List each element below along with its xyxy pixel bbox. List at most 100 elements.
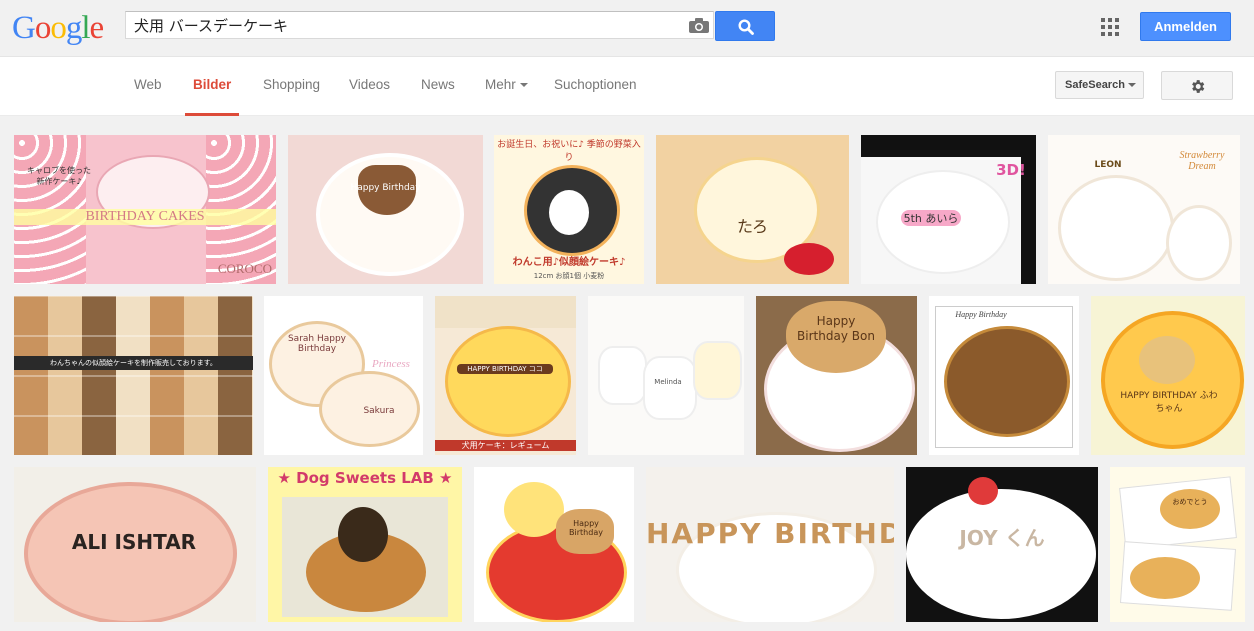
tab-search-tools[interactable]: Suchoptionen <box>554 77 637 115</box>
image-result[interactable]: Happy Birthday <box>288 135 483 284</box>
search-icon <box>738 19 754 35</box>
image-caption: Happy Birthday Bon <box>797 314 875 343</box>
tab-label: Suchoptionen <box>554 77 637 92</box>
image-caption-3: COROCO <box>217 261 272 276</box>
image-caption: Happy Birthday <box>350 183 421 193</box>
image-result[interactable]: HAPPY BIRTHDAY ココ 犬用ケーキ：レギューム <box>435 296 576 455</box>
image-result[interactable]: Sarah Happy Birthday Princess Sakura <box>264 296 423 455</box>
image-caption-2: わんこ用♪似顔絵ケーキ♪ <box>512 257 626 268</box>
tab-news[interactable]: News <box>421 77 455 115</box>
image-caption-2: BIRTHDAY CAKES <box>14 209 276 225</box>
cup-image <box>693 341 742 400</box>
search-input[interactable] <box>134 14 674 36</box>
cake-image-small <box>1166 205 1232 281</box>
image-caption: LEON <box>1094 160 1122 170</box>
chevron-down-icon <box>519 83 528 88</box>
image-caption: ★ Dog Sweets LAB ★ <box>277 469 453 487</box>
gear-icon <box>1192 80 1205 93</box>
image-caption: 3D! <box>996 161 1026 179</box>
image-result[interactable]: おめでとう <box>1110 467 1245 622</box>
search-button[interactable] <box>715 11 775 41</box>
image-result[interactable]: JOY くん <box>906 467 1098 622</box>
tab-web[interactable]: Web <box>134 77 162 115</box>
image-caption-2: Princess <box>372 358 410 370</box>
tab-images[interactable]: Bilder <box>185 77 240 116</box>
image-result[interactable]: Melinda <box>588 296 744 455</box>
image-result[interactable]: 3D! 5th あいら <box>861 135 1036 284</box>
camera-icon[interactable] <box>689 18 709 33</box>
image-caption-2: 5th あいら <box>901 210 961 226</box>
image-caption: Melinda <box>654 378 682 386</box>
logo-letter-3: g <box>65 10 82 46</box>
image-result[interactable]: たろ <box>656 135 849 284</box>
image-caption: JOY くん <box>959 526 1045 550</box>
chevron-down-icon <box>1127 83 1136 88</box>
image-result[interactable]: わんちゃんの似顔絵ケーキを制作販売しております。 <box>14 296 253 455</box>
image-result[interactable]: お誕生日、お祝いに♪ 季節の野菜入り わんこ用♪似顔絵ケーキ♪ 12cm お顔1… <box>494 135 644 284</box>
image-caption: Happy Birthday <box>569 519 603 537</box>
bear-face-image <box>504 482 564 537</box>
image-result[interactable]: キャロブを使った 新作ケーキ♪ BIRTHDAY CAKES COROCO <box>14 135 276 284</box>
search-nav: Web Bilder Shopping Videos News Mehr Suc… <box>0 57 1254 116</box>
cup-image <box>598 346 647 405</box>
image-result[interactable]: Happy Birthday Bon <box>756 296 917 455</box>
image-caption: キャロブを使った 新作ケーキ♪ <box>27 166 91 186</box>
dog-face-image <box>1139 336 1195 384</box>
image-caption: Happy Birthday <box>955 310 1007 319</box>
logo-letter-0: G <box>12 10 36 46</box>
logo-letter-4: l <box>81 10 90 46</box>
logo-letter-2: o <box>50 10 66 46</box>
tab-label: Shopping <box>263 77 321 92</box>
image-caption-3: 12cm お顔1個 小麦粉 <box>533 272 605 280</box>
cake-image-2 <box>1130 557 1200 599</box>
tab-label: Web <box>134 77 162 92</box>
logo-letter-5: e <box>89 10 105 46</box>
image-result[interactable]: ALI ISHTAR <box>14 467 256 622</box>
image-caption: お誕生日、お祝いに♪ 季節の野菜入り <box>497 140 641 163</box>
cake-image <box>445 326 571 437</box>
image-caption: ALI ISHTAR <box>71 530 197 554</box>
tab-videos[interactable]: Videos <box>349 77 390 115</box>
image-result[interactable]: Happy Birthday <box>929 296 1079 455</box>
image-caption: わんちゃんの似顔絵ケーキを制作販売しております。 <box>14 356 253 370</box>
cake-image <box>1058 175 1174 281</box>
safesearch-button[interactable]: SafeSearch <box>1055 71 1144 99</box>
cake-image <box>906 489 1096 619</box>
tab-shopping[interactable]: Shopping <box>263 77 320 115</box>
image-caption-2: Strawberry Dream <box>1179 150 1225 172</box>
image-result[interactable]: ★ Dog Sweets LAB ★ <box>268 467 462 622</box>
tab-label: News <box>421 77 455 92</box>
search-box <box>125 11 714 39</box>
tab-more[interactable]: Mehr <box>485 77 528 115</box>
image-caption: たろ <box>736 217 769 236</box>
safesearch-label: SafeSearch <box>1065 79 1125 91</box>
cake-image <box>944 326 1070 437</box>
top-bar: Google Anmelden <box>0 0 1254 57</box>
signin-button[interactable]: Anmelden <box>1140 12 1231 41</box>
cake-image <box>1160 489 1220 529</box>
dog-figure-image <box>338 507 388 562</box>
image-caption: HAPPY BIRTHDAY ココ <box>457 364 553 374</box>
cup-image <box>643 356 697 420</box>
tab-label: Bilder <box>193 77 232 92</box>
image-result[interactable]: Happy Birthday <box>474 467 634 622</box>
logo-letter-1: o <box>34 10 51 46</box>
google-logo[interactable]: Google <box>12 10 105 46</box>
apps-grid-icon[interactable] <box>1101 18 1119 36</box>
tab-label: Videos <box>349 77 391 92</box>
image-caption-2: 犬用ケーキ：レギューム <box>435 440 576 451</box>
image-caption: HAPPY BIRTHDAY <box>646 517 894 550</box>
heart-image <box>784 243 834 275</box>
settings-button[interactable] <box>1161 71 1233 100</box>
image-result[interactable]: HAPPY BIRTHDAY ふわちゃん <box>1091 296 1245 455</box>
dog-face-white <box>549 190 589 235</box>
strawberry-image <box>968 477 998 505</box>
image-result[interactable]: LEON Strawberry Dream <box>1048 135 1240 284</box>
image-caption: HAPPY BIRTHDAY ふわちゃん <box>1120 391 1218 414</box>
image-result[interactable]: HAPPY BIRTHDAY <box>646 467 894 622</box>
tab-label: Mehr <box>485 77 516 92</box>
image-results: キャロブを使った 新作ケーキ♪ BIRTHDAY CAKES COROCO Ha… <box>0 116 1254 631</box>
image-caption: おめでとう <box>1172 498 1208 506</box>
image-caption-3: Sakura <box>363 406 395 416</box>
image-caption: Sarah Happy Birthday <box>287 334 347 354</box>
